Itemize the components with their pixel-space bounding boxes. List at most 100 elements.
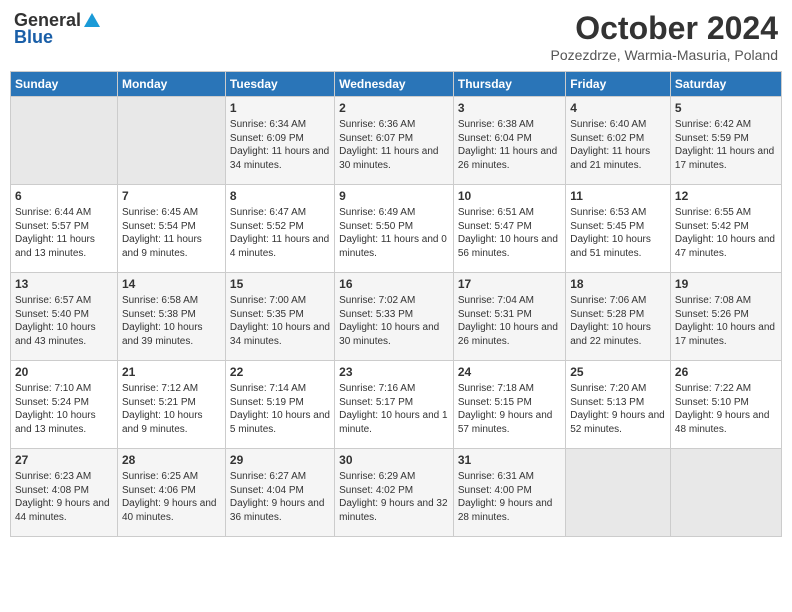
sunrise-text: Sunrise: 6:36 AM <box>339 118 449 132</box>
daylight-text: Daylight: 10 hours and 13 minutes. <box>15 409 113 436</box>
day-number: 22 <box>230 364 330 380</box>
sunrise-text: Sunrise: 6:34 AM <box>230 118 330 132</box>
sunrise-text: Sunrise: 6:23 AM <box>15 470 113 484</box>
week-row-2: 6Sunrise: 6:44 AMSunset: 5:57 PMDaylight… <box>11 185 782 273</box>
daylight-text: Daylight: 10 hours and 56 minutes. <box>458 233 561 260</box>
page-header: General Blue October 2024 Pozezdrze, War… <box>10 10 782 63</box>
logo: General Blue <box>14 10 103 48</box>
sunset-text: Sunset: 5:45 PM <box>570 220 666 234</box>
sunrise-text: Sunrise: 6:53 AM <box>570 206 666 220</box>
daylight-text: Daylight: 10 hours and 30 minutes. <box>339 321 449 348</box>
sunset-text: Sunset: 5:10 PM <box>675 396 777 410</box>
day-number: 19 <box>675 276 777 292</box>
sunset-text: Sunset: 5:54 PM <box>122 220 221 234</box>
calendar-cell: 19 Sunrise: 7:08 AMSunset: 5:26 PMDayligh… <box>670 273 781 361</box>
calendar-cell: 22Sunrise: 7:14 AMSunset: 5:19 PMDayligh… <box>225 361 334 449</box>
sunset-text: Sunset: 5:21 PM <box>122 396 221 410</box>
sunset-text: Sunset: 5:42 PM <box>675 220 777 234</box>
daylight-text: Daylight: 11 hours and 13 minutes. <box>15 233 113 260</box>
day-number: 4 <box>570 100 666 116</box>
daylight-text: Daylight: 11 hours and 21 minutes. <box>570 145 666 172</box>
col-header-wednesday: Wednesday <box>335 72 454 97</box>
sunset-text: Sunset: 6:07 PM <box>339 132 449 146</box>
sunrise-text: Sunrise: 6:42 AM <box>675 118 777 132</box>
calendar-cell: 13Sunrise: 6:57 AMSunset: 5:40 PMDayligh… <box>11 273 118 361</box>
sunset-text: Sunset: 6:09 PM <box>230 132 330 146</box>
week-row-5: 27Sunrise: 6:23 AMSunset: 4:08 PMDayligh… <box>11 449 782 537</box>
calendar-cell <box>566 449 671 537</box>
day-number: 20 <box>15 364 113 380</box>
sunrise-text: Sunrise: 6:49 AM <box>339 206 449 220</box>
daylight-text: Daylight: 10 hours and 47 minutes. <box>675 233 777 260</box>
month-title: October 2024 <box>551 10 778 47</box>
calendar-cell: 16Sunrise: 7:02 AMSunset: 5:33 PMDayligh… <box>335 273 454 361</box>
day-number: 11 <box>570 188 666 204</box>
sunrise-text: Sunrise: 7:18 AM <box>458 382 561 396</box>
day-number: 23 <box>339 364 449 380</box>
calendar-cell: 26Sunrise: 7:22 AMSunset: 5:10 PMDayligh… <box>670 361 781 449</box>
calendar-cell: 11 Sunrise: 6:53 AMSunset: 5:45 PMDayligh… <box>566 185 671 273</box>
col-header-friday: Friday <box>566 72 671 97</box>
daylight-text: Daylight: 9 hours and 57 minutes. <box>458 409 561 436</box>
calendar-cell: 8Sunrise: 6:47 AMSunset: 5:52 PMDaylight… <box>225 185 334 273</box>
sunset-text: Sunset: 5:26 PM <box>675 308 777 322</box>
sunrise-text: Sunrise: 6:47 AM <box>230 206 330 220</box>
daylight-text: Daylight: 10 hours and 17 minutes. <box>675 321 777 348</box>
sunrise-text: Sunrise: 7:06 AM <box>570 294 666 308</box>
day-number: 9 <box>339 188 449 204</box>
calendar-cell: 23Sunrise: 7:16 AMSunset: 5:17 PMDayligh… <box>335 361 454 449</box>
header-row: SundayMondayTuesdayWednesdayThursdayFrid… <box>11 72 782 97</box>
sunrise-text: Sunrise: 7:16 AM <box>339 382 449 396</box>
daylight-text: Daylight: 9 hours and 52 minutes. <box>570 409 666 436</box>
calendar-cell <box>117 97 225 185</box>
col-header-saturday: Saturday <box>670 72 781 97</box>
daylight-text: Daylight: 9 hours and 36 minutes. <box>230 497 330 524</box>
sunset-text: Sunset: 5:15 PM <box>458 396 561 410</box>
daylight-text: Daylight: 9 hours and 44 minutes. <box>15 497 113 524</box>
daylight-text: Daylight: 10 hours and 39 minutes. <box>122 321 221 348</box>
daylight-text: Daylight: 11 hours and 4 minutes. <box>230 233 330 260</box>
daylight-text: Daylight: 10 hours and 34 minutes. <box>230 321 330 348</box>
calendar-cell: 6Sunrise: 6:44 AMSunset: 5:57 PMDaylight… <box>11 185 118 273</box>
daylight-text: Daylight: 10 hours and 5 minutes. <box>230 409 330 436</box>
sunrise-text: Sunrise: 7:08 AM <box>675 294 777 308</box>
daylight-text: Daylight: 11 hours and 0 minutes. <box>339 233 449 260</box>
sunrise-text: Sunrise: 6:57 AM <box>15 294 113 308</box>
calendar-cell: 2Sunrise: 6:36 AMSunset: 6:07 PMDaylight… <box>335 97 454 185</box>
sunset-text: Sunset: 5:47 PM <box>458 220 561 234</box>
logo-blue-text: Blue <box>14 27 53 48</box>
daylight-text: Daylight: 9 hours and 48 minutes. <box>675 409 777 436</box>
day-number: 30 <box>339 452 449 468</box>
calendar-cell: 12Sunrise: 6:55 AMSunset: 5:42 PMDayligh… <box>670 185 781 273</box>
day-number: 31 <box>458 452 561 468</box>
sunset-text: Sunset: 5:28 PM <box>570 308 666 322</box>
daylight-text: Daylight: 11 hours and 26 minutes. <box>458 145 561 172</box>
sunset-text: Sunset: 5:33 PM <box>339 308 449 322</box>
sunset-text: Sunset: 5:52 PM <box>230 220 330 234</box>
day-number: 24 <box>458 364 561 380</box>
daylight-text: Daylight: 10 hours and 51 minutes. <box>570 233 666 260</box>
calendar-cell: 25Sunrise: 7:20 AMSunset: 5:13 PMDayligh… <box>566 361 671 449</box>
calendar-cell <box>11 97 118 185</box>
sunset-text: Sunset: 6:04 PM <box>458 132 561 146</box>
calendar-cell: 30Sunrise: 6:29 AMSunset: 4:02 PMDayligh… <box>335 449 454 537</box>
daylight-text: Daylight: 10 hours and 9 minutes. <box>122 409 221 436</box>
sunset-text: Sunset: 5:31 PM <box>458 308 561 322</box>
sunset-text: Sunset: 5:13 PM <box>570 396 666 410</box>
logo-icon <box>82 11 102 31</box>
calendar-cell: 4Sunrise: 6:40 AMSunset: 6:02 PMDaylight… <box>566 97 671 185</box>
daylight-text: Daylight: 11 hours and 9 minutes. <box>122 233 221 260</box>
location-subtitle: Pozezdrze, Warmia-Masuria, Poland <box>551 47 778 63</box>
day-number: 6 <box>15 188 113 204</box>
title-block: October 2024 Pozezdrze, Warmia-Masuria, … <box>551 10 778 63</box>
calendar-cell: 5Sunrise: 6:42 AMSunset: 5:59 PMDaylight… <box>670 97 781 185</box>
sunset-text: Sunset: 5:38 PM <box>122 308 221 322</box>
sunset-text: Sunset: 4:02 PM <box>339 484 449 498</box>
daylight-text: Daylight: 9 hours and 40 minutes. <box>122 497 221 524</box>
sunset-text: Sunset: 4:08 PM <box>15 484 113 498</box>
day-number: 18 <box>570 276 666 292</box>
daylight-text: Daylight: 10 hours and 26 minutes. <box>458 321 561 348</box>
calendar-cell: 27Sunrise: 6:23 AMSunset: 4:08 PMDayligh… <box>11 449 118 537</box>
sunrise-text: Sunrise: 7:02 AM <box>339 294 449 308</box>
day-number: 2 <box>339 100 449 116</box>
